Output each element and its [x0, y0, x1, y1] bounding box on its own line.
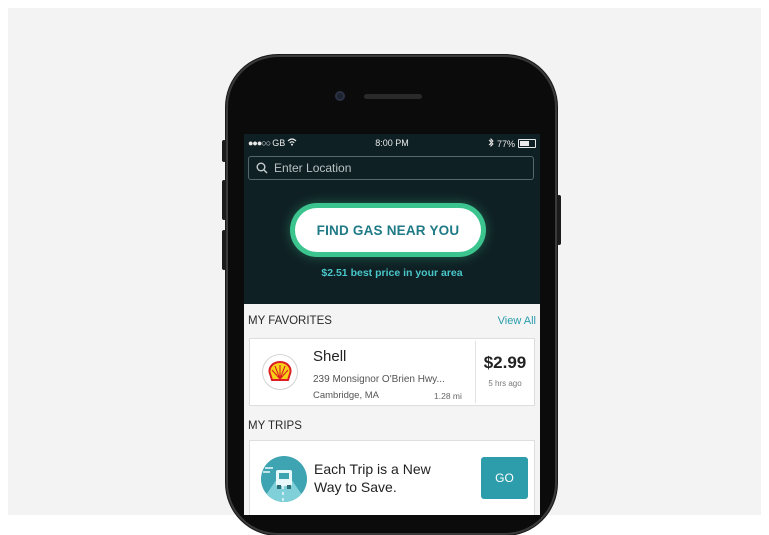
station-distance: 1.28 mi — [434, 391, 462, 401]
app-screen: ●●●○○ GB 8:00 PM 77% Enter Location FIND… — [244, 134, 540, 515]
status-bar: ●●●○○ GB 8:00 PM 77% — [244, 137, 540, 151]
battery-level-fill — [520, 141, 529, 146]
phone-side-button — [557, 195, 561, 245]
price-updated-time: 5 hrs ago — [488, 379, 522, 388]
shell-logo-icon — [262, 354, 298, 390]
trips-heading: MY TRIPS — [248, 420, 302, 432]
trips-header: MY TRIPS — [248, 417, 536, 435]
battery-icon — [518, 139, 536, 148]
search-icon — [256, 162, 268, 174]
favorite-station-card[interactable]: Shell 239 Monsignor O'Brien Hwy... Cambr… — [249, 338, 535, 406]
station-city: Cambridge, MA — [313, 390, 379, 401]
find-gas-button[interactable]: FIND GAS NEAR YOU — [295, 208, 481, 252]
station-price: $2.99 — [483, 353, 527, 372]
view-all-link[interactable]: View All — [498, 315, 536, 327]
battery-percent: 77% — [496, 138, 515, 149]
status-right: 77% — [488, 137, 536, 149]
phone-side-button — [222, 180, 226, 220]
truck-road-icon — [261, 456, 307, 502]
earpiece-speaker — [364, 94, 422, 99]
hero-section: ●●●○○ GB 8:00 PM 77% Enter Location FIND… — [244, 134, 540, 304]
station-address: 239 Monsignor O'Brien Hwy... — [313, 374, 445, 385]
go-button[interactable]: GO — [481, 457, 528, 499]
favorites-header: MY FAVORITES View All — [248, 312, 536, 330]
location-search-field[interactable]: Enter Location — [248, 156, 534, 180]
favorites-heading: MY FAVORITES — [248, 315, 332, 327]
trip-promo-line1: Each Trip is a New — [314, 461, 431, 477]
trip-promo-line2: Way to Save. — [314, 479, 397, 495]
bluetooth-icon — [488, 137, 494, 149]
trip-promo-card[interactable]: Each Trip is a New Way to Save. GO — [249, 440, 535, 515]
station-name: Shell — [313, 348, 347, 365]
search-placeholder: Enter Location — [274, 161, 352, 175]
best-price-text: $2.51 best price in your area — [321, 267, 463, 279]
phone-side-button — [222, 140, 226, 162]
trip-promo-text: Each Trip is a New Way to Save. — [314, 460, 431, 496]
phone-side-button — [222, 230, 226, 270]
front-camera — [335, 91, 345, 101]
